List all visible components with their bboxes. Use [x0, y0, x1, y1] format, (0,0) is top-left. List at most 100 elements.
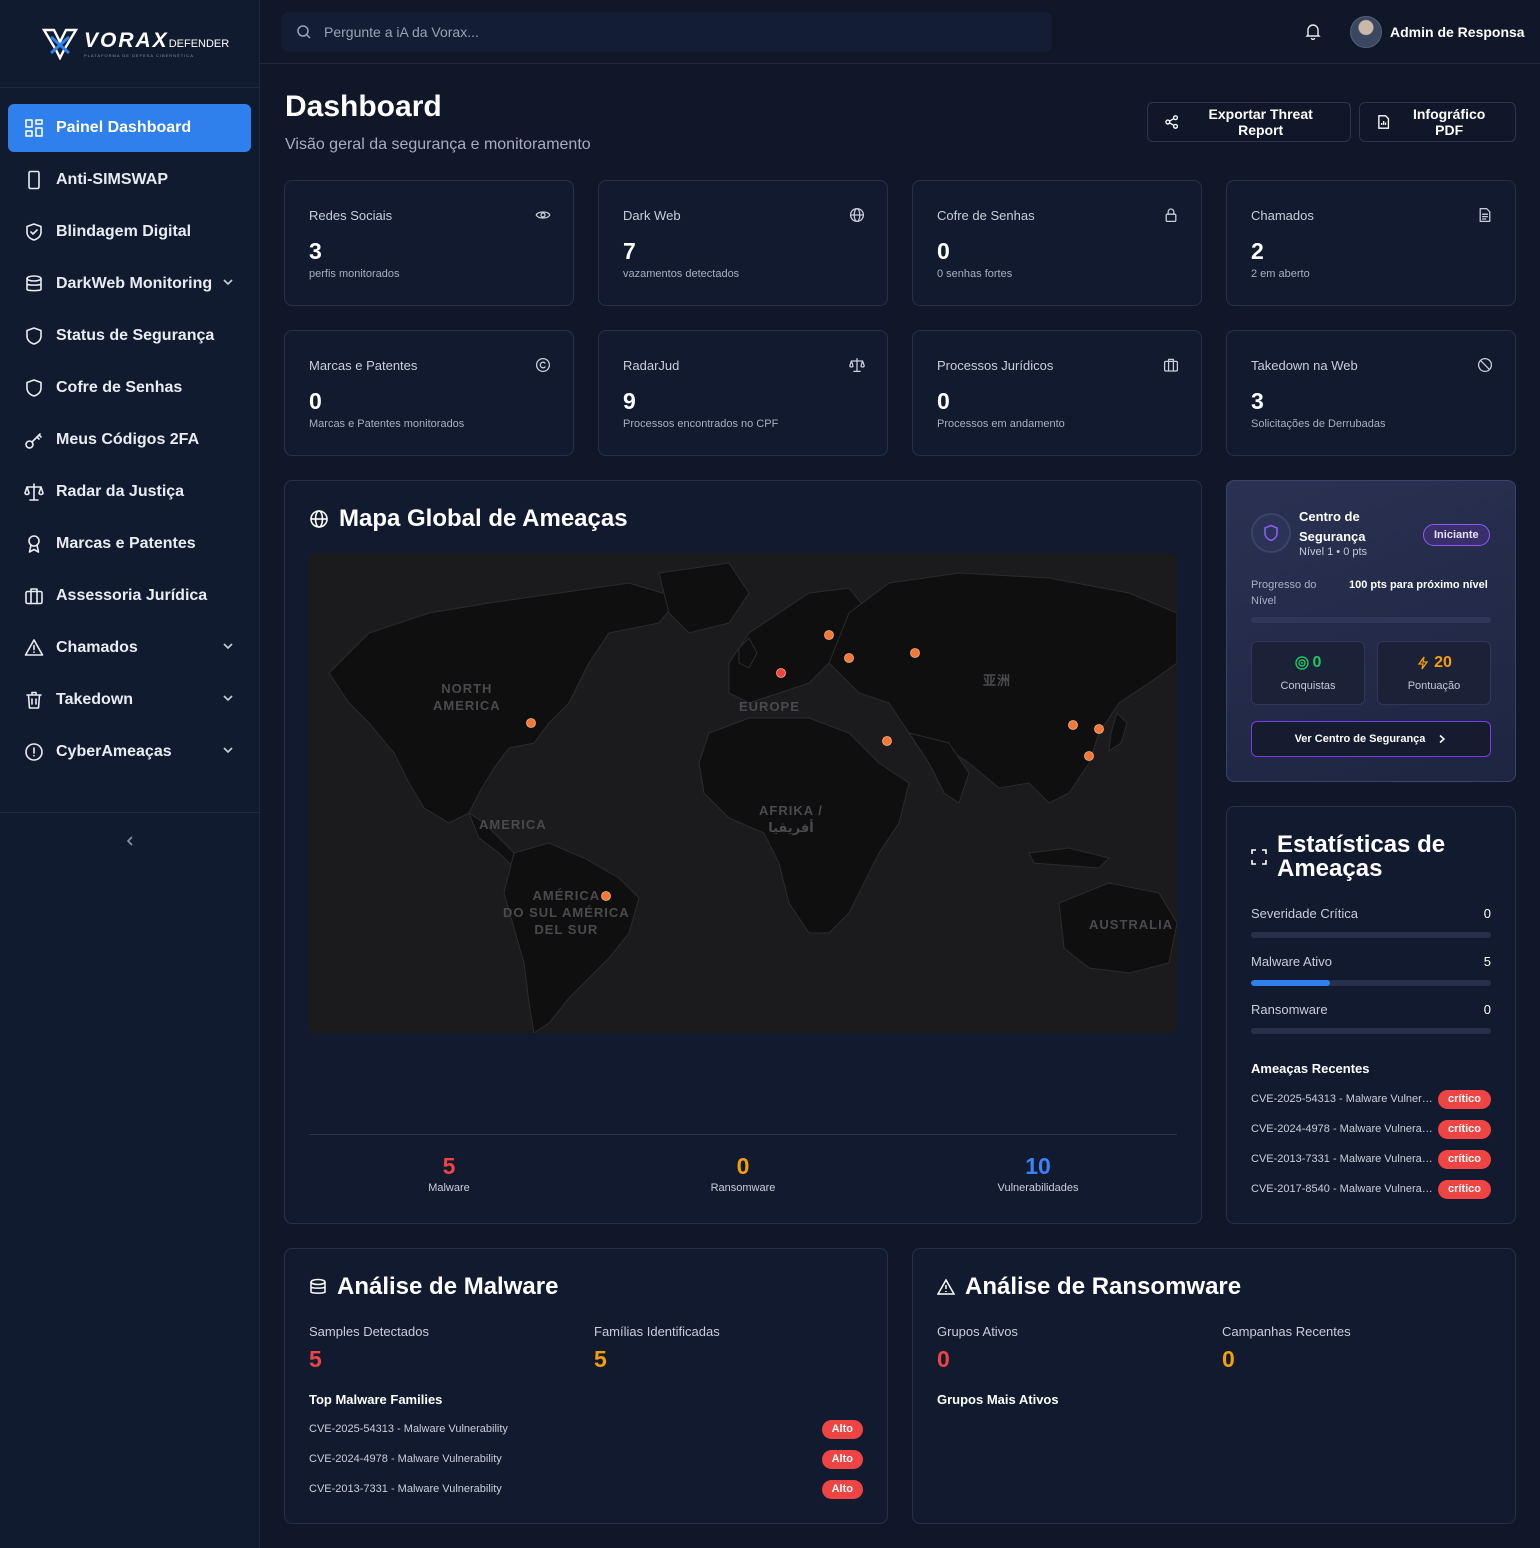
sidebar-item-radar-da-justica[interactable]: Radar da Justiça — [8, 468, 251, 516]
score-box: 20 Pontuação — [1377, 641, 1491, 705]
export-threat-report-button[interactable]: Exportar Threat Report — [1147, 102, 1351, 142]
chevron-down-icon[interactable] — [221, 275, 235, 289]
sidebar-item-label: Cofre de Senhas — [56, 379, 183, 396]
score-value: 20 — [1378, 654, 1490, 672]
achievements-box: 0 Conquistas — [1251, 641, 1365, 705]
malware-family-item[interactable]: CVE-2013-7331 - Malware Vulnerability Alt… — [309, 1477, 863, 1501]
sidebar-item-label: DarkWeb Monitoring — [56, 275, 213, 292]
threat-marker[interactable] — [1068, 720, 1078, 730]
sidebar-item-chamados[interactable]: Chamados — [8, 624, 251, 672]
alert-circle-icon — [25, 743, 43, 761]
stat-card[interactable]: Cofre de Senhas 0 0 senhas fortes — [912, 180, 1202, 306]
recent-threat-item[interactable]: CVE-2025-54313 - Malware Vulnerability cr… — [1251, 1087, 1491, 1111]
sidebar-item-marcas-e-patentes[interactable]: Marcas e Patentes — [8, 520, 251, 568]
samples-value: 5 — [309, 1346, 322, 1372]
progress-label: Progresso do Nível — [1251, 579, 1317, 607]
ransomware-analysis-title: Análise de Ransomware — [965, 1273, 1242, 1300]
recent-campaigns-label: Campanhas Recentes — [1222, 1324, 1351, 1339]
chevron-down-icon[interactable] — [221, 743, 235, 757]
stat-card[interactable]: Marcas e Patentes 0 Marcas e Patentes moni… — [284, 330, 574, 456]
threat-marker[interactable] — [844, 653, 854, 663]
level-badge: Iniciante — [1423, 524, 1490, 546]
scale-icon — [24, 483, 44, 501]
sidebar-item-takedown[interactable]: Takedown — [8, 676, 251, 724]
score-label: Pontuação — [1407, 680, 1461, 692]
threat-marker[interactable] — [526, 718, 536, 728]
sidebar-item-meus-codigos-2fa[interactable]: Meus Códigos 2FA — [8, 416, 251, 464]
ransomware-analysis-card: Análise de Ransomware Grupos Ativos 0 Ca… — [912, 1248, 1516, 1524]
risk-badge: Alto — [821, 1449, 863, 1469]
map-label-australia: AUSTRALIA — [1089, 917, 1174, 932]
sidebar-item-cofre-de-senhas[interactable]: Cofre de Senhas — [8, 364, 251, 412]
ban-icon — [1477, 357, 1493, 373]
stat-card[interactable]: Dark Web 7 vazamentos detectados — [598, 180, 888, 306]
threat-stat-label: Severidade Crítica — [1251, 906, 1358, 921]
stat-icon-wrap — [1477, 357, 1493, 378]
severity-badge: crítico — [1437, 1149, 1491, 1169]
brand-logo[interactable]: VORAXDEFENDER PLATAFORMA DE DEFESA CIBER… — [0, 0, 259, 88]
infographic-pdf-button[interactable]: Infográfico PDF — [1359, 102, 1516, 142]
shield-icon — [26, 327, 42, 345]
user-name[interactable]: Admin de Responsa — [1390, 24, 1525, 40]
briefcase-icon — [25, 588, 43, 605]
map-label-europe: EUROPE — [739, 699, 800, 714]
sidebar-item-darkweb-monitoring[interactable]: DarkWeb Monitoring — [8, 260, 251, 308]
user-avatar[interactable] — [1350, 16, 1382, 48]
notification-bell-icon[interactable] — [1304, 22, 1322, 40]
sidebar-clip — [0, 780, 259, 812]
recent-threat-item[interactable]: CVE-2017-8540 - Malware Vulnerability crí… — [1251, 1177, 1491, 1201]
chevron-down-icon[interactable] — [221, 639, 235, 653]
stat-value: 0 — [309, 388, 322, 414]
shield-check-icon — [26, 223, 42, 241]
sidebar-item-painel-dashboard[interactable]: Painel Dashboard — [8, 104, 251, 152]
malware-family-item[interactable]: CVE-2024-4978 - Malware Vulnerability Alt… — [309, 1447, 863, 1471]
sidebar-item-assessoria-juridica[interactable]: Assessoria Jurídica — [8, 572, 251, 620]
sidebar-item-label: Chamados — [56, 639, 138, 656]
malware-analysis-heading: Análise de Malware — [309, 1273, 558, 1301]
shield-icon — [26, 379, 42, 397]
ransomware-analysis-heading: Análise de Ransomware — [937, 1273, 1241, 1301]
threat-stat-value: 0 — [1483, 1002, 1491, 1017]
search-input[interactable] — [324, 24, 924, 40]
progress-text: 100 pts para próximo nível — [1349, 579, 1488, 591]
alert-circle-icon-wrap — [24, 742, 44, 762]
threat-marker[interactable] — [910, 648, 920, 658]
alert-triangle-icon-wrap — [24, 638, 44, 658]
briefcase-icon-wrap — [24, 586, 44, 606]
view-security-center-button[interactable]: Ver Centro de Segurança — [1251, 721, 1491, 757]
threat-stat-row: Severidade Crítica 0 — [1251, 906, 1491, 938]
sidebar-item-status-de-seguranca[interactable]: Status de Segurança — [8, 312, 251, 360]
threat-marker[interactable] — [776, 668, 786, 678]
sidebar-item-blindagem-digital[interactable]: Blindagem Digital — [8, 208, 251, 256]
recent-threat-item[interactable]: CVE-2013-7331 - Malware Vulnerability crí… — [1251, 1147, 1491, 1171]
stat-label: RadarJud — [623, 358, 680, 373]
sidebar-item-cyberameacas[interactable]: CyberAmeaças — [8, 728, 251, 776]
stat-card[interactable]: Chamados 2 2 em aberto — [1226, 180, 1516, 306]
threat-marker[interactable] — [1094, 724, 1104, 734]
chevron-down-icon[interactable] — [221, 691, 235, 705]
recent-threat-item[interactable]: CVE-2024-4978 - Malware Vulnerability crí… — [1251, 1117, 1491, 1141]
topbar: Admin de Responsa — [260, 0, 1540, 64]
security-level-ring — [1251, 513, 1291, 553]
recent-threats-title: Ameaças Recentes — [1251, 1061, 1370, 1076]
smartphone-icon-wrap — [24, 170, 44, 190]
malware-analysis-title: Análise de Malware — [337, 1273, 559, 1300]
samples-label: Samples Detectados — [309, 1324, 429, 1339]
dashboard-grid-icon — [25, 119, 43, 137]
threat-marker[interactable] — [1084, 751, 1094, 761]
sidebar-item-label: Marcas e Patentes — [56, 535, 196, 552]
sidebar-item-anti-simswap[interactable]: Anti-SIMSWAP — [8, 156, 251, 204]
threat-marker[interactable] — [882, 736, 892, 746]
ai-search-box[interactable] — [282, 12, 1052, 52]
stat-card[interactable]: Takedown na Web 3 Solicitações de Derrubad… — [1226, 330, 1516, 456]
collapse-sidebar-button[interactable] — [0, 812, 259, 868]
threat-marker[interactable] — [824, 630, 834, 640]
stat-card[interactable]: Processos Jurídicos 0 Processos em andamen… — [912, 330, 1202, 456]
malware-family-item[interactable]: CVE-2025-54313 - Malware Vulnerability Al… — [309, 1417, 863, 1441]
malware-family-text: CVE-2013-7331 - Malware Vulnerability — [309, 1483, 502, 1495]
world-map[interactable]: NORTH AMERICA EUROPE 亚洲 AMERICA AFRIKA /… — [309, 553, 1177, 1033]
sidebar-item-label: Assessoria Jurídica — [56, 587, 208, 604]
dashboard-grid-icon-wrap — [24, 118, 44, 138]
stat-card[interactable]: RadarJud 9 Processos encontrados no CPF — [598, 330, 888, 456]
stat-card[interactable]: Redes Sociais 3 perfis monitorados — [284, 180, 574, 306]
